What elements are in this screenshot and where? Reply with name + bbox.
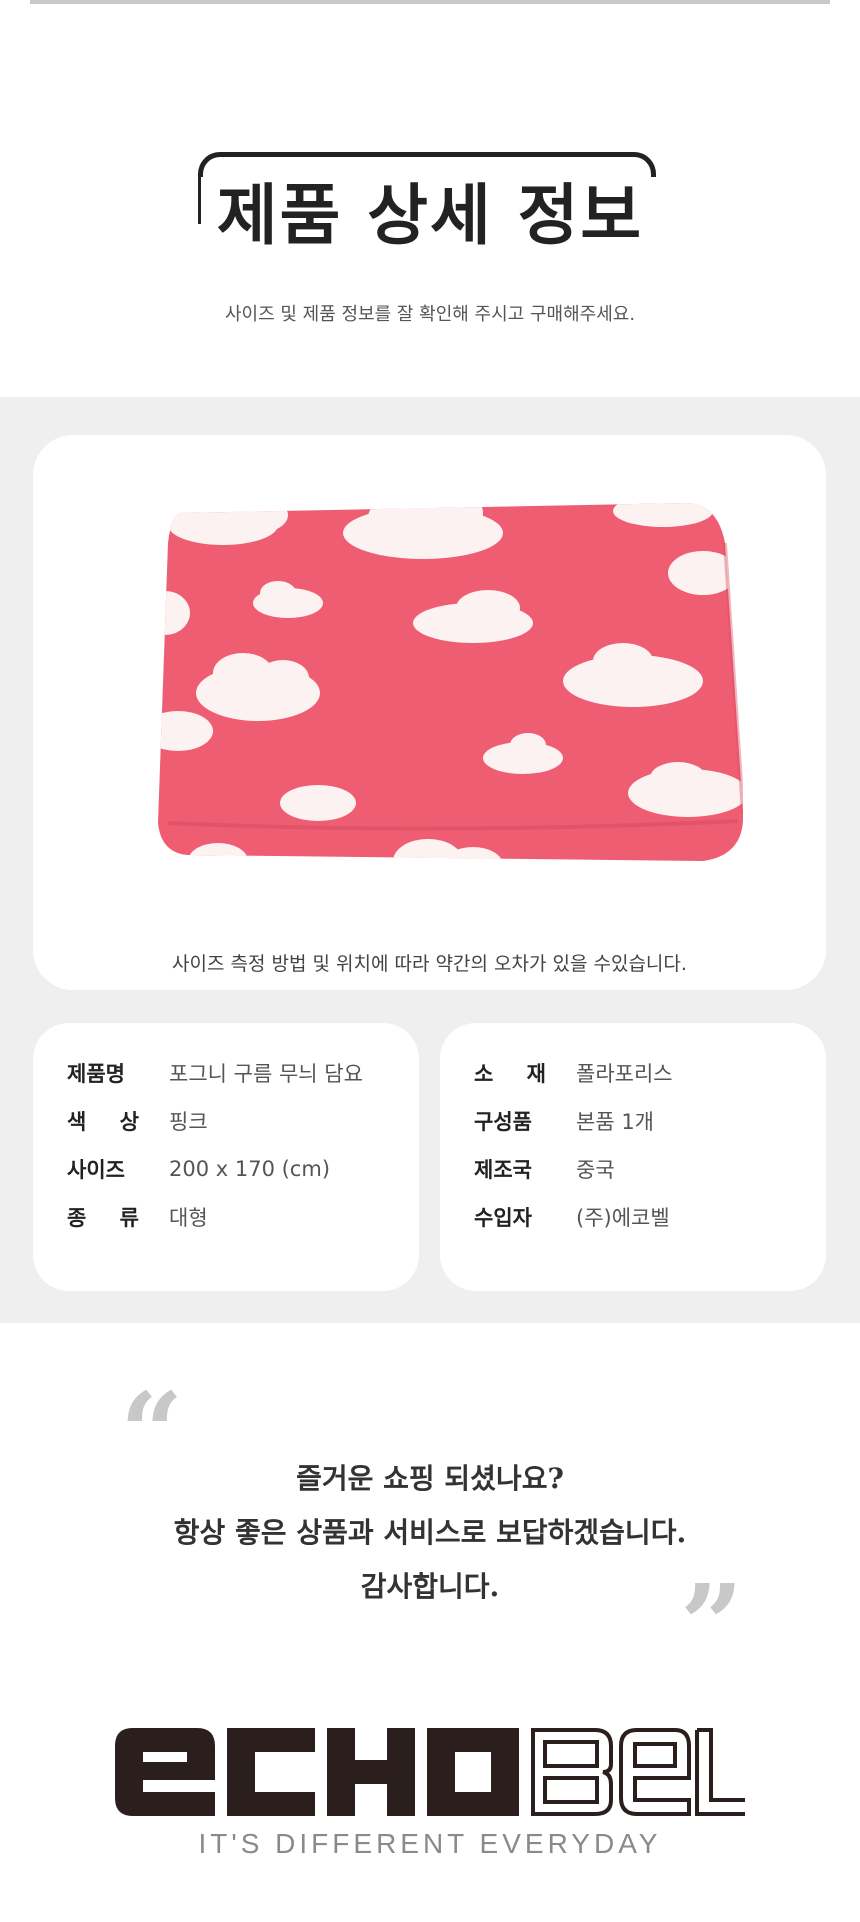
- close-quote-icon: ”: [680, 1560, 744, 1689]
- spec-row: 사이즈 200 x 170 (cm): [67, 1154, 330, 1184]
- section-title: 제품 상세 정보: [198, 152, 662, 272]
- spec-card-right: 소재 폴라포리스 구성품 본품 1개 제조국 중국 수입자 (주)에코벨: [440, 1023, 826, 1291]
- top-divider: [30, 0, 830, 4]
- spec-row: 종류 대형: [67, 1202, 208, 1232]
- spec-row: 소재 폴라포리스: [474, 1058, 673, 1088]
- spec-value: 본품 1개: [576, 1110, 654, 1134]
- spec-value: 200 x 170 (cm): [169, 1157, 331, 1181]
- spec-label: 구성품: [474, 1110, 532, 1134]
- spec-value: 핑크: [169, 1110, 208, 1134]
- spec-label: 제품명: [67, 1062, 125, 1086]
- page-subtitle: 사이즈 및 제품 정보를 잘 확인해 주시고 구매해주세요.: [224, 304, 636, 325]
- spec-row: 제조국 중국: [474, 1154, 615, 1184]
- spec-label: 제조국: [474, 1158, 532, 1182]
- spec-label: 사이즈: [67, 1158, 125, 1182]
- spec-label: 수입자: [474, 1206, 532, 1230]
- spec-label: 소재: [474, 1062, 546, 1086]
- closing-line: 항상 좋은 상품과 서비스로 보답하겠습니다.: [173, 1516, 687, 1549]
- brand-logo: [115, 1728, 745, 1816]
- spec-value: 포그니 구름 무늬 담요: [169, 1062, 363, 1086]
- brand-tagline: IT'S DIFFERENT EVERYDAY: [198, 1828, 662, 1859]
- spec-row: 수입자 (주)에코벨: [474, 1202, 670, 1232]
- spec-value: 폴라포리스: [576, 1062, 673, 1086]
- spec-value: (주)에코벨: [576, 1206, 670, 1230]
- spec-value: 대형: [169, 1206, 208, 1230]
- spec-value: 중국: [576, 1158, 615, 1182]
- spec-card-left: 제품명 포그니 구름 무늬 담요 색상 핑크 사이즈 200 x 170 (cm…: [33, 1023, 419, 1291]
- spec-row: 구성품 본품 1개: [474, 1106, 654, 1136]
- photo-caption: 사이즈 측정 방법 및 위치에 따라 약간의 오차가 있을 수있습니다.: [172, 953, 687, 975]
- closing-line: 즐거운 쇼핑 되셨나요?: [296, 1462, 564, 1495]
- spec-label: 색상: [67, 1110, 139, 1134]
- product-photo-card: 사이즈 측정 방법 및 위치에 따라 약간의 오차가 있을 수있습니다.: [33, 435, 826, 990]
- page-title: 제품 상세 정보: [200, 177, 660, 254]
- spec-row: 제품명 포그니 구름 무늬 담요: [67, 1058, 363, 1088]
- spec-label: 종류: [67, 1206, 139, 1230]
- spec-row: 색상 핑크: [67, 1106, 208, 1136]
- product-image-blanket: [158, 503, 743, 861]
